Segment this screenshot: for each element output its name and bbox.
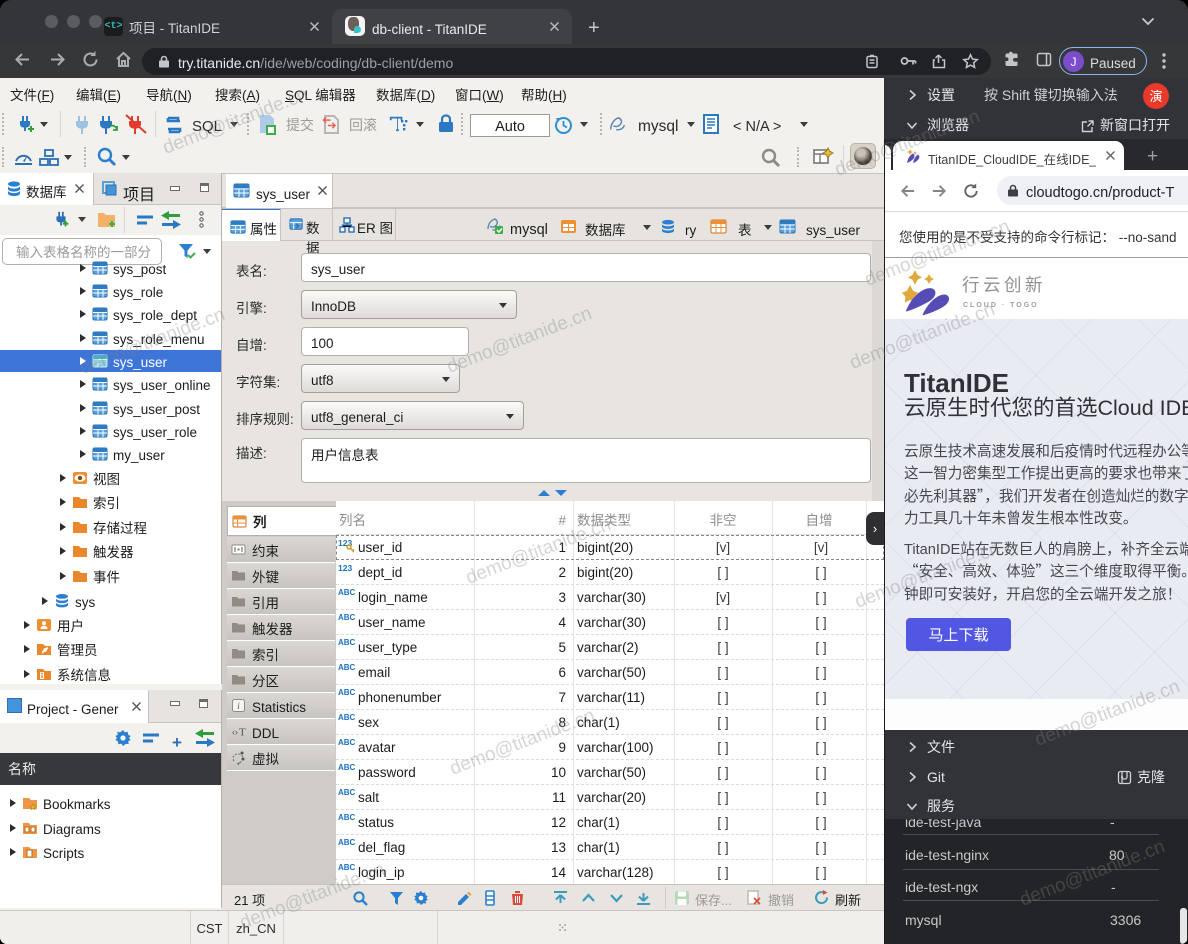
svg-text:‹›: ‹› xyxy=(232,727,238,737)
svg-text:T: T xyxy=(239,727,246,739)
